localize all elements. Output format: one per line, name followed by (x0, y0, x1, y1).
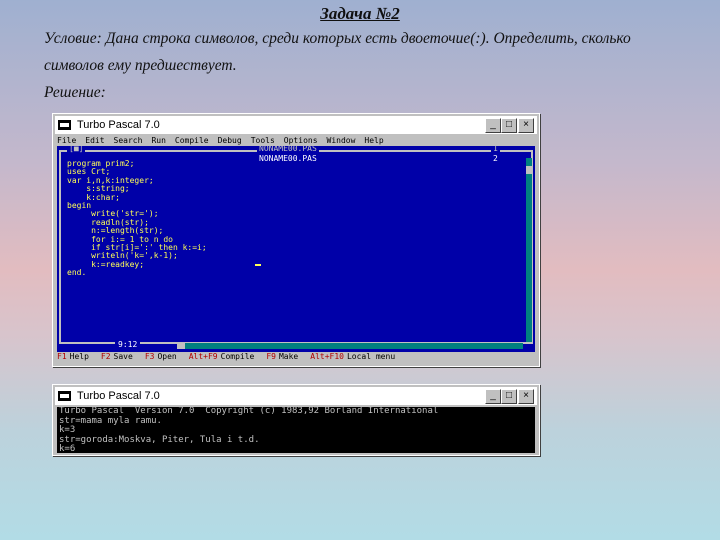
output-window-title: Turbo Pascal 7.0 (77, 390, 160, 402)
ide-window-title: Turbo Pascal 7.0 (77, 119, 160, 131)
editor-close-box[interactable]: [■] (67, 146, 86, 154)
menu-item-options[interactable]: Options (284, 136, 318, 145)
vertical-scrollbar[interactable] (526, 158, 532, 342)
status-item-save[interactable]: F2 Save (101, 352, 133, 361)
close-icon[interactable]: × (518, 118, 534, 133)
tab-number-1: 1 (491, 146, 500, 154)
output-close-icon[interactable]: × (518, 389, 534, 404)
tab-noname-2[interactable]: NONAME00.PAS (257, 154, 319, 164)
condition-text-line1: Условие: Дана строка символов, среди кот… (44, 30, 631, 47)
slide-title: Задача №2 (320, 4, 400, 23)
menu-item-edit[interactable]: Edit (85, 136, 104, 145)
output-maximize-icon[interactable]: □ (501, 389, 517, 404)
menu-item-compile[interactable]: Compile (175, 136, 209, 145)
status-label: Compile (220, 352, 255, 361)
menu-item-search[interactable]: Search (114, 136, 143, 145)
code-editor[interactable]: program prim2; uses Crt; var i,n,k:integer… (67, 159, 207, 278)
menu-item-file[interactable]: File (57, 136, 76, 145)
status-item-help[interactable]: F1 Help (57, 352, 89, 361)
status-label: Open (157, 352, 177, 361)
menu-item-tools[interactable]: Tools (251, 136, 275, 145)
status-item-open[interactable]: F3 Open (145, 352, 177, 361)
code-line: end. (67, 268, 87, 278)
status-item-compile[interactable]: Alt+F9 Compile (189, 352, 255, 361)
status-label: Save (113, 352, 133, 361)
status-hotkey: F1 (57, 352, 67, 361)
condition-text-line2: символов ему предшествует. (44, 57, 237, 74)
tab-number-2: 2 (491, 154, 500, 164)
status-hotkey: Alt+F9 (188, 352, 218, 361)
menu-item-help[interactable]: Help (364, 136, 383, 145)
ide-titlebar[interactable]: Turbo Pascal 7.0 _ □ × (55, 116, 537, 134)
ide-window: Turbo Pascal 7.0 _ □ × File Edit Search Run… (52, 113, 540, 367)
ide-status-bar: F1 Help F2 Save F3 Open Alt+F9 Compile F9 Make Alt… (57, 352, 535, 362)
menu-item-run[interactable]: Run (151, 136, 165, 145)
text-cursor (255, 264, 261, 266)
console-line: str=goroda:Moskva, Piter, Tula i t.d. (59, 434, 260, 445)
status-label: Make (278, 352, 299, 361)
menu-item-window[interactable]: Window (327, 136, 356, 145)
output-titlebar[interactable]: Turbo Pascal 7.0 _ □ × (55, 387, 537, 405)
console-line: str=mama myla ramu. (59, 415, 162, 426)
status-hotkey: Alt+F10 (310, 352, 344, 361)
output-minimize-icon[interactable]: _ (485, 389, 501, 404)
minimize-icon[interactable]: _ (485, 118, 501, 133)
maximize-icon[interactable]: □ (501, 118, 517, 133)
cursor-position-readout: 9:12 (115, 340, 141, 350)
status-hotkey: F2 (100, 352, 111, 361)
solution-label: Решение: (44, 84, 106, 101)
output-app-icon (58, 391, 71, 401)
ide-menubar: File Edit Search Run Compile Debug Tools Option… (57, 136, 535, 146)
status-item-make[interactable]: F9 Make (266, 352, 298, 361)
output-window: Turbo Pascal 7.0 _ □ × Turbo Pascal Vers… (52, 384, 540, 456)
status-hotkey: F9 (266, 352, 276, 361)
status-label: Help (69, 352, 89, 361)
editor-area[interactable]: [■] NONAME00.PAS 1 NONAME00.PAS 2 progra… (57, 146, 535, 352)
tab-noname-1[interactable]: NONAME00.PAS (257, 146, 319, 154)
code-line: k:=readkey; (67, 259, 145, 269)
console-line: k=6 (59, 444, 76, 453)
horizontal-scrollbar[interactable] (177, 343, 523, 349)
status-hotkey: F3 (144, 352, 155, 361)
status-label: Local menu (346, 352, 396, 361)
ide-app-icon (58, 120, 71, 130)
console-output: Turbo Pascal Version 7.0 Copyright (c) 1… (57, 407, 535, 453)
status-item-local-menu[interactable]: Alt+F10 Local menu (310, 352, 395, 361)
menu-item-debug[interactable]: Debug (218, 136, 242, 145)
